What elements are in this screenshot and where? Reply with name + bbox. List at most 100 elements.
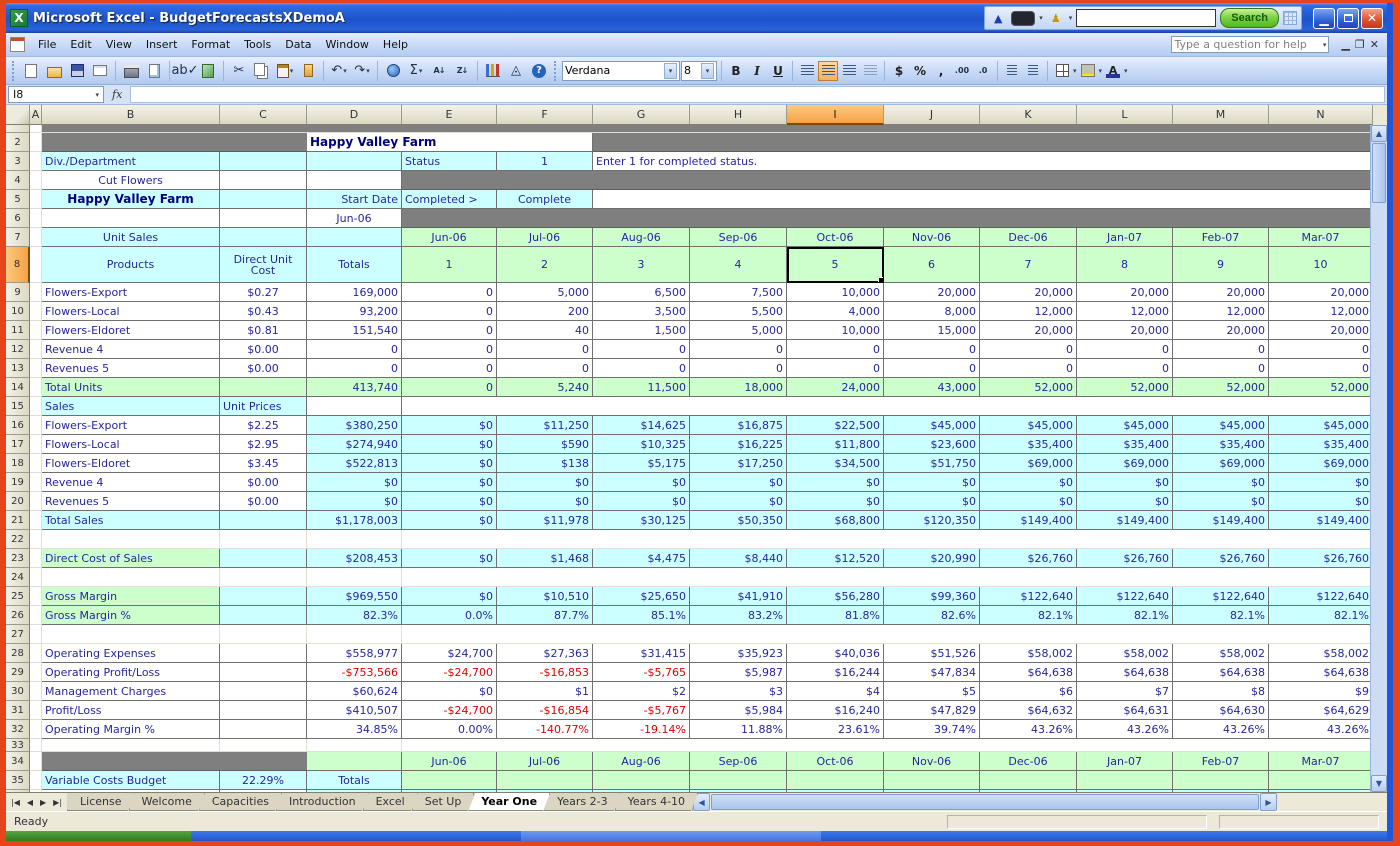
cell-A11[interactable]	[30, 321, 42, 340]
row-header-29[interactable]: 29	[6, 663, 30, 682]
vertical-scroll-thumb[interactable]	[1372, 143, 1386, 203]
cell-I9[interactable]: 10,000	[787, 283, 884, 302]
cell-F12[interactable]: 0	[497, 340, 593, 359]
cell-A13[interactable]	[30, 359, 42, 378]
cell-F9[interactable]: 5,000	[497, 283, 593, 302]
menu-tools[interactable]: Tools	[237, 35, 278, 54]
cell-A21[interactable]	[30, 511, 42, 530]
cell-H9[interactable]: 7,500	[690, 283, 787, 302]
cell-K20[interactable]: $0	[980, 492, 1077, 511]
cell-A9[interactable]	[30, 283, 42, 302]
cell-B6[interactable]	[42, 209, 220, 228]
row-header-2[interactable]: 2	[6, 133, 30, 152]
redo-button[interactable]: ↷▾	[351, 60, 373, 82]
cell-A28[interactable]	[30, 644, 42, 663]
cell-K18[interactable]: $69,000	[980, 454, 1077, 473]
cell-D24[interactable]	[307, 568, 402, 587]
row-header-5[interactable]: 5	[6, 190, 30, 209]
cell-D31[interactable]: $410,507	[307, 701, 402, 720]
cell-N29[interactable]: $64,638	[1269, 663, 1370, 682]
row-header-16[interactable]: 16	[6, 416, 30, 435]
cell-D30[interactable]: $60,624	[307, 682, 402, 701]
cell-C6[interactable]	[220, 209, 307, 228]
cell-E15[interactable]	[402, 397, 1370, 416]
cell-D21[interactable]: $1,178,003	[307, 511, 402, 530]
column-header-H[interactable]: H	[690, 105, 787, 125]
cell-D10[interactable]: 93,200	[307, 302, 402, 321]
cell-N11[interactable]: 20,000	[1269, 321, 1370, 340]
cell-C18[interactable]: $3.45	[220, 454, 307, 473]
cell-I17[interactable]: $11,800	[787, 435, 884, 454]
chart-button[interactable]	[482, 60, 504, 82]
cell-B21[interactable]: Total Sales	[42, 511, 220, 530]
borders-button[interactable]	[1052, 61, 1072, 81]
cell-A3[interactable]	[30, 152, 42, 171]
column-header-E[interactable]: E	[402, 105, 497, 125]
cell-G8[interactable]: 3	[593, 247, 690, 283]
cell-J29[interactable]: $47,834	[884, 663, 980, 682]
cell-N8[interactable]: 10	[1269, 247, 1370, 283]
cell-I23[interactable]: $12,520	[787, 549, 884, 568]
cell-B27[interactable]	[42, 625, 220, 644]
horizontal-scrollbar[interactable]: ◀ ▶	[693, 793, 1277, 811]
cell-N13[interactable]: 0	[1269, 359, 1370, 378]
cell-H10[interactable]: 5,500	[690, 302, 787, 321]
cell-E23[interactable]: $0	[402, 549, 497, 568]
cell-E18[interactable]: $0	[402, 454, 497, 473]
row-header-19[interactable]: 19	[6, 473, 30, 492]
cell-E17[interactable]: $0	[402, 435, 497, 454]
chevron-down-icon[interactable]: ▾	[1069, 14, 1073, 22]
merge-center-button[interactable]	[860, 61, 880, 81]
menu-insert[interactable]: Insert	[139, 35, 185, 54]
cell-A22[interactable]	[30, 530, 42, 549]
column-header-N[interactable]: N	[1269, 105, 1373, 125]
cell-G30[interactable]: $2	[593, 682, 690, 701]
cell-B30[interactable]: Management Charges	[42, 682, 220, 701]
cell-N25[interactable]: $122,640	[1269, 587, 1370, 606]
cell-B12[interactable]: Revenue 4	[42, 340, 220, 359]
cell-C16[interactable]: $2.25	[220, 416, 307, 435]
cell-A32[interactable]	[30, 720, 42, 739]
cell-L20[interactable]: $0	[1077, 492, 1173, 511]
bold-button[interactable]: B	[726, 61, 746, 81]
cell-A8[interactable]	[30, 247, 42, 283]
cell-F20[interactable]: $0	[497, 492, 593, 511]
toolbar-grip[interactable]	[554, 61, 558, 81]
align-left-button[interactable]	[797, 61, 817, 81]
cell-E16[interactable]: $0	[402, 416, 497, 435]
cell-K25[interactable]: $122,640	[980, 587, 1077, 606]
cell-C4[interactable]	[220, 171, 307, 190]
cell-J17[interactable]: $23,600	[884, 435, 980, 454]
row-header-18[interactable]: 18	[6, 454, 30, 473]
sheet-tab-capacities[interactable]: Capacities	[199, 793, 282, 811]
cell-I14[interactable]: 24,000	[787, 378, 884, 397]
cell-L32[interactable]: 43.26%	[1077, 720, 1173, 739]
cell-I25[interactable]: $56,280	[787, 587, 884, 606]
name-box[interactable]: I8 ▾	[8, 86, 104, 103]
cell-M29[interactable]: $64,638	[1173, 663, 1269, 682]
cell-K13[interactable]: 0	[980, 359, 1077, 378]
cell-B14[interactable]: Total Units	[42, 378, 220, 397]
cell-K10[interactable]: 12,000	[980, 302, 1077, 321]
cell-F5[interactable]: Complete	[497, 190, 593, 209]
vertical-scrollbar[interactable]: ▲ ▼	[1370, 125, 1387, 792]
cell-A10[interactable]	[30, 302, 42, 321]
cell-F13[interactable]: 0	[497, 359, 593, 378]
cell-M36[interactable]: $33,302	[1173, 790, 1269, 792]
cell-K11[interactable]: 20,000	[980, 321, 1077, 340]
autosum-button[interactable]: Σ▾	[405, 60, 427, 82]
cell-N16[interactable]: $45,000	[1269, 416, 1370, 435]
cell-L28[interactable]: $58,002	[1077, 644, 1173, 663]
cell-F25[interactable]: $10,510	[497, 587, 593, 606]
cell-J28[interactable]: $51,526	[884, 644, 980, 663]
cell-C33[interactable]	[220, 739, 307, 752]
cell-I29[interactable]: $16,244	[787, 663, 884, 682]
cell-K19[interactable]: $0	[980, 473, 1077, 492]
cell-N10[interactable]: 12,000	[1269, 302, 1370, 321]
cell-K21[interactable]: $149,400	[980, 511, 1077, 530]
cell-G14[interactable]: 11,500	[593, 378, 690, 397]
cell-J7[interactable]: Nov-06	[884, 228, 980, 247]
cell-D27[interactable]	[307, 625, 402, 644]
sort-desc-button[interactable]: Z↓	[451, 60, 473, 82]
cell-I28[interactable]: $40,036	[787, 644, 884, 663]
